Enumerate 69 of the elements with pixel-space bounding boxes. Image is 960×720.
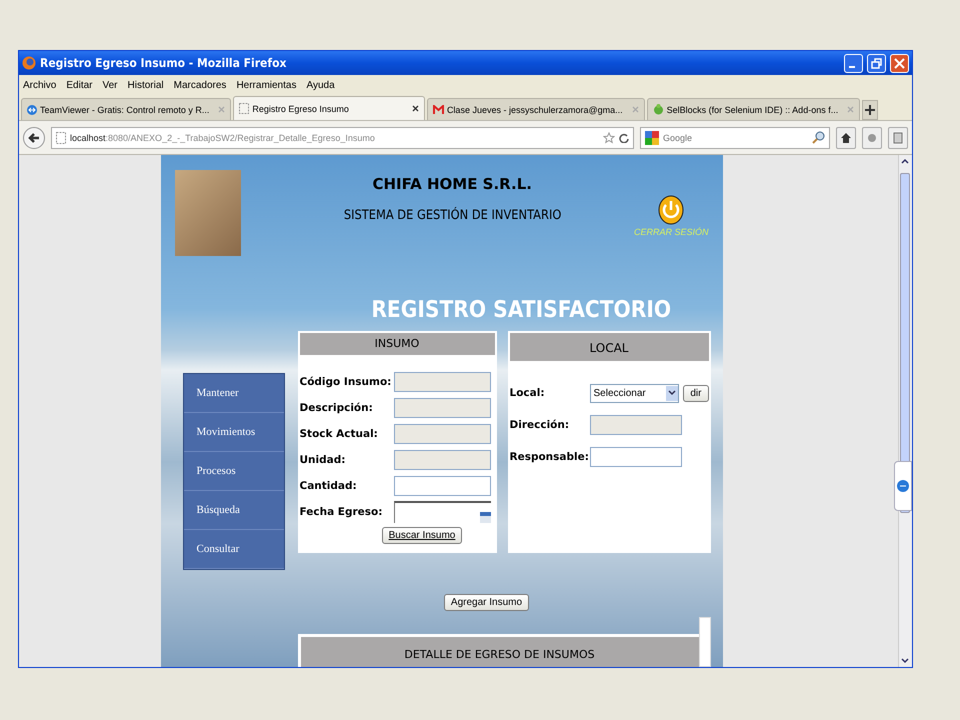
field-label: Stock Actual: [300,428,379,440]
back-arrow-icon[interactable] [28,132,40,144]
sidebar-item[interactable]: Búsqueda [184,491,284,530]
calendar-icon[interactable] [480,512,490,523]
home-icon[interactable] [840,132,852,144]
add-supply-button[interactable]: Agregar Insumo [444,594,530,611]
panel-header: INSUMO [300,333,494,355]
detail-header: DETALLE DE EGRESO DE INSUMOS [298,634,698,667]
extension-button[interactable] [862,126,882,148]
menu-item[interactable]: Editar [66,80,92,90]
system-subtitle: SISTEMA DE GESTIÓN DE INVENTARIO [343,208,561,223]
sidebar-item[interactable]: Mantener [184,374,284,413]
mail-icon [432,105,444,114]
power-icon[interactable] [658,195,684,225]
menu-item[interactable]: Ver [102,80,118,90]
back-button[interactable] [23,126,45,148]
menu-item[interactable]: Herramientas [236,80,296,90]
scrollbar[interactable] [898,155,912,667]
tab-title: Clase Jueves - jessyschulerzamora@gma... [446,104,623,114]
panel-header: LOCAL [510,333,708,361]
puzzle-icon [652,104,664,115]
field-label: Responsable: [510,451,590,463]
menu-item[interactable]: Ayuda [306,80,335,90]
browser-tab[interactable]: SelBlocks (for Selenium IDE) :: Add-ons f... [646,98,860,120]
window-title: Registro Egreso Insumo - Mozilla Firefox [40,56,288,70]
menu-item[interactable]: Archivo [23,80,56,90]
field-label: Código Insumo: [300,376,392,388]
input-field[interactable] [590,447,682,467]
success-message: REGISTRO SATISFACTORIO [370,297,672,323]
home-button[interactable] [836,126,856,148]
tab-title: Registro Egreso Insumo [252,104,349,114]
plus-icon[interactable] [865,105,876,115]
input-field[interactable] [394,476,490,496]
notepad-icon[interactable] [892,132,904,144]
sidebar-item[interactable]: Movimientos [184,413,284,452]
scrollbar[interactable] [698,617,710,667]
extension-icon[interactable] [866,132,878,144]
sidebar-item[interactable]: Consultar [184,530,284,569]
address-bar[interactable]: localhost:8080/ANEXO_2_-_TrabajoSW2/Registrar_Detalle_Egreso_Insumo [51,126,634,148]
close-tab-icon[interactable] [412,105,419,112]
field-label: Descripción: [300,402,374,414]
browser-tab[interactable]: Registro Egreso Insumo [233,96,425,120]
tab-title: SelBlocks (for Selenium IDE) :: Add-ons f... [666,104,838,114]
sidebar-item[interactable]: Procesos [184,452,284,491]
notepad-button[interactable] [888,126,908,148]
new-tab-button[interactable] [862,100,878,120]
browser-tab[interactable]: TeamViewer - Gratis: Control remoto y R... [21,98,232,120]
local-dropdown[interactable]: Seleccionar [590,384,680,402]
date-field[interactable] [394,501,490,523]
menu-item[interactable]: Historial [128,80,164,90]
browser-tab[interactable]: Clase Jueves - jessyschulerzamora@gma... [426,98,645,120]
field-label: Unidad: [300,454,346,466]
blank-page-icon [239,103,250,114]
tab-title: TeamViewer - Gratis: Control remoto y R... [40,104,210,114]
company-name: CHIFA HOME S.R.L. [372,175,532,193]
teamviewer-side-tab[interactable] [894,461,912,511]
search-supply-button[interactable]: Buscar Insumo [382,527,462,544]
field-label: Fecha Egreso: [300,506,384,518]
field-label: Dirección: [510,419,570,431]
field-label: Local: [510,387,546,399]
reload-icon[interactable] [619,132,629,142]
url-text: localhost:8080/ANEXO_2_-_TrabajoSW2/Registrar_Detalle_Egreso_Insumo [70,132,375,142]
blank-page-icon [56,132,66,144]
menu-item[interactable]: Marcadores [174,80,226,90]
field-label: Cantidad: [300,480,358,492]
search-bar[interactable]: Google [640,126,830,148]
dir-button[interactable]: dir [683,384,708,402]
search-icon[interactable] [812,131,825,144]
star-icon[interactable] [603,132,615,144]
